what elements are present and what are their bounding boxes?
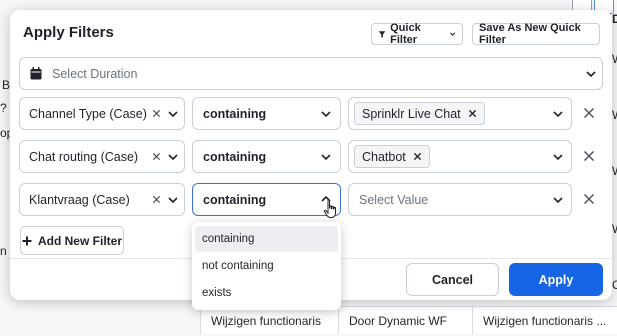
add-new-filter-button[interactable]: Add New Filter [20,226,124,255]
filter-operator-value: containing [203,192,267,207]
bg-edge-right-text: D [612,12,617,26]
chevron-down-icon [168,197,178,204]
dropdown-option[interactable]: containing [195,226,338,252]
table-cell: Wijzigen functionaris [200,306,338,334]
calendar-icon [30,67,42,80]
operator-dropdown-menu: containing not containing exists [192,222,341,310]
remove-filter-icon[interactable] [583,193,595,205]
chevron-down-icon [168,111,178,118]
chevron-down-icon [321,154,331,161]
value-chip: Sprinklr Live Chat [354,102,485,125]
table-cell: Door Dynamic WF [338,306,472,334]
clear-icon[interactable] [152,195,161,204]
filter-operator-value: containing [203,149,267,164]
filter-operator-select[interactable]: containing [192,140,341,173]
chevron-down-icon [553,197,563,204]
bg-edge-right-text: Wi [612,108,617,122]
filter-field-value: Klantvraag (Case) [29,192,130,207]
duration-select[interactable]: Select Duration [19,57,603,90]
filter-operator-select-open[interactable]: containing [192,183,341,216]
chevron-down-icon [586,71,596,78]
chevron-down-icon [553,154,563,161]
filter-value-select[interactable]: Chatbot [348,140,572,173]
bg-edge-right-text: Wi [612,164,617,178]
filter-value-select[interactable]: Sprinklr Live Chat [348,97,572,130]
duration-placeholder: Select Duration [52,66,138,81]
hand-cursor-icon [323,199,336,218]
filter-field-value: Channel Type (Case) [29,106,147,121]
chevron-down-icon [168,154,178,161]
quick-filter-label: Quick Filter [390,22,421,46]
bg-edge-left-text: B [2,78,11,92]
chip-remove-icon[interactable] [413,152,422,161]
filter-field-value: Chat routing (Case) [29,149,139,164]
bg-edge-right-text: W [612,222,617,236]
clear-icon[interactable] [152,152,161,161]
chevron-down-icon [553,111,563,118]
plus-icon [22,236,32,245]
filter-value-select[interactable]: Select Value [348,183,572,216]
chip-label: Sprinklr Live Chat [362,106,461,121]
remove-filter-icon[interactable] [583,107,595,119]
modal-title: Apply Filters [23,24,114,41]
filter-icon [378,30,386,38]
value-chip: Chatbot [354,145,430,168]
chevron-down-icon [449,32,455,36]
bg-edge-right-text: O [612,278,617,292]
cancel-button[interactable]: Cancel [406,263,499,296]
dropdown-option[interactable]: exists [195,280,338,306]
filter-field-select[interactable]: Chat routing (Case) [19,140,185,173]
filter-operator-value: containing [203,106,267,121]
value-placeholder: Select Value [359,192,429,207]
bg-edge-right-text: Wi [612,52,617,66]
dropdown-option[interactable]: not containing [195,253,338,279]
quick-filter-button[interactable]: Quick Filter [371,22,463,46]
apply-button[interactable]: Apply [509,263,603,296]
remove-filter-icon[interactable] [583,150,595,162]
table-cell: Wijzigen functionaris ... [472,306,617,334]
save-quick-filter-button[interactable]: Save As New Quick Filter [472,22,600,46]
filter-field-select[interactable]: Channel Type (Case) [19,97,185,130]
clear-icon[interactable] [152,109,161,118]
chip-remove-icon[interactable] [468,109,477,118]
chip-label: Chatbot [362,149,406,164]
filter-operator-select[interactable]: containing [192,97,341,130]
add-new-filter-label: Add New Filter [37,233,122,248]
bg-edge-left-text: ? [0,101,7,115]
chevron-down-icon [321,111,331,118]
filter-field-select[interactable]: Klantvraag (Case) [19,183,185,216]
